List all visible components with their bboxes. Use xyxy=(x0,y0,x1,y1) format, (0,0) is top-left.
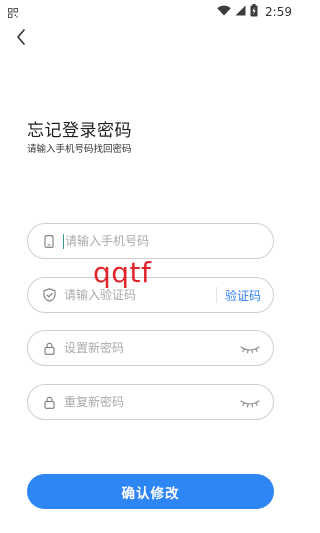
back-button[interactable] xyxy=(10,28,32,50)
phone-icon xyxy=(42,234,56,248)
qr-icon xyxy=(8,7,18,18)
repeat-password-input[interactable] xyxy=(64,395,239,409)
status-time: 2:59 xyxy=(265,5,292,19)
status-right: 2:59 xyxy=(217,4,292,20)
new-password-input[interactable] xyxy=(64,341,239,355)
eye-closed-icon xyxy=(240,393,260,412)
page-title: 忘记登录密码 xyxy=(27,121,132,141)
lock-icon xyxy=(42,341,56,355)
password-visibility-toggle[interactable] xyxy=(239,396,261,408)
chevron-left-icon xyxy=(15,28,27,50)
get-code-button[interactable]: 验证码 xyxy=(225,287,261,304)
signal-icon xyxy=(235,5,246,19)
phone-field[interactable] xyxy=(27,223,274,259)
new-password-field[interactable] xyxy=(27,330,274,366)
page-subtitle: 请输入手机号码找回密码 xyxy=(27,144,132,155)
code-input[interactable] xyxy=(64,288,208,302)
code-field[interactable]: 验证码 xyxy=(27,277,274,313)
lock-icon xyxy=(42,395,56,409)
shield-check-icon xyxy=(42,288,56,302)
phone-input[interactable] xyxy=(65,234,261,248)
confirm-button[interactable]: 确认修改 xyxy=(27,474,274,509)
forgot-password-screen: 2:59 忘记登录密码 请输入手机号码找回密码 请输入手机号码 请输入验证码 验… xyxy=(0,0,300,533)
eye-closed-icon xyxy=(240,339,260,358)
password-visibility-toggle[interactable] xyxy=(239,342,261,354)
battery-charging-icon xyxy=(250,4,258,20)
code-divider xyxy=(215,287,217,303)
wifi-icon xyxy=(217,5,231,19)
status-left xyxy=(8,7,18,18)
text-caret xyxy=(63,233,64,249)
repeat-password-field[interactable] xyxy=(27,384,274,420)
status-bar: 2:59 xyxy=(0,0,300,24)
